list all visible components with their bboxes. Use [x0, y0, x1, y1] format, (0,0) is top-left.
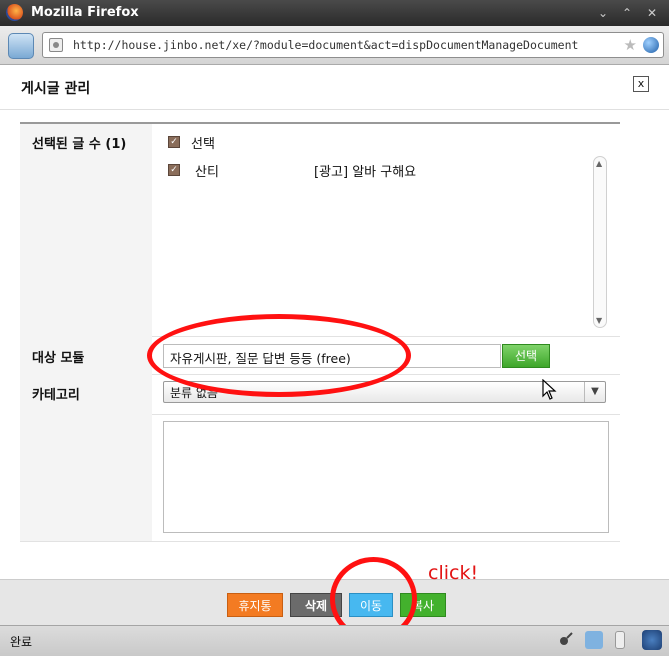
- address-bar[interactable]: http://house.jinbo.net/xe/?module=docume…: [42, 32, 664, 58]
- status-addon-icon[interactable]: [585, 631, 603, 649]
- trash-button[interactable]: 휴지통: [227, 593, 283, 617]
- status-text: 완료: [10, 635, 33, 649]
- status-addon-icons[interactable]: [558, 632, 574, 648]
- status-bar: 완료: [0, 625, 669, 656]
- status-addon-icon[interactable]: [642, 630, 662, 650]
- module-select-button[interactable]: 선택: [502, 344, 550, 368]
- close-window-icon[interactable]: ✕: [643, 4, 661, 22]
- window-title: Mozilla Firefox: [31, 5, 139, 20]
- mouse-pointer-icon: [542, 379, 557, 400]
- select-all-label: 선택: [191, 137, 215, 152]
- chevron-down-icon[interactable]: ▼: [584, 382, 605, 402]
- checkbox-icon[interactable]: ✓: [168, 164, 180, 176]
- target-module-header: 대상 모듈: [20, 336, 152, 374]
- scroll-up-icon[interactable]: ▲: [596, 159, 602, 168]
- selected-posts-header: 선택된 글 수 (1): [20, 124, 152, 336]
- navigation-bar: http://house.jinbo.net/xe/?module=docume…: [0, 26, 669, 65]
- post-subject: [광고] 알바 구해요: [314, 165, 417, 180]
- window-titlebar: Mozilla Firefox ⌄ ⌃ ✕: [0, 0, 669, 26]
- bookmark-star-icon[interactable]: ★: [624, 36, 637, 54]
- message-textarea[interactable]: [163, 421, 609, 533]
- globe-icon[interactable]: [643, 37, 659, 53]
- address-url[interactable]: http://house.jinbo.net/xe/?module=docume…: [73, 38, 578, 52]
- modal-close-button[interactable]: x: [633, 76, 649, 92]
- scroll-down-icon[interactable]: ▼: [596, 316, 602, 325]
- annotation-click-label: click!: [428, 562, 479, 584]
- site-icon[interactable]: [49, 38, 63, 52]
- title-divider: [0, 109, 669, 110]
- category-header: 카테고리: [20, 374, 152, 414]
- selected-posts-label: 선택된 글 수 (1): [32, 137, 127, 152]
- modal-title: 게시글 관리: [21, 81, 91, 97]
- status-addon-icon[interactable]: [615, 631, 625, 649]
- minimize-icon[interactable]: ⌄: [594, 4, 612, 22]
- annotation-ellipse-module: [147, 314, 411, 397]
- post-author: 산티: [195, 165, 219, 180]
- firefox-icon: [6, 4, 23, 21]
- target-module-label: 대상 모듈: [32, 351, 85, 366]
- message-header: [20, 414, 152, 541]
- maximize-icon[interactable]: ⌃: [618, 4, 636, 22]
- category-label: 카테고리: [32, 388, 80, 403]
- posts-scrollbar[interactable]: ▲ ▼: [593, 156, 607, 328]
- tool-icon[interactable]: [8, 33, 34, 59]
- checkbox-icon[interactable]: ✓: [168, 136, 180, 148]
- selected-posts-row: 선택된 글 수 (1) ✓ 선택 ✓ 산티 [광고] 알바 구해요 ▲ ▼: [20, 124, 620, 337]
- message-row: [20, 414, 620, 542]
